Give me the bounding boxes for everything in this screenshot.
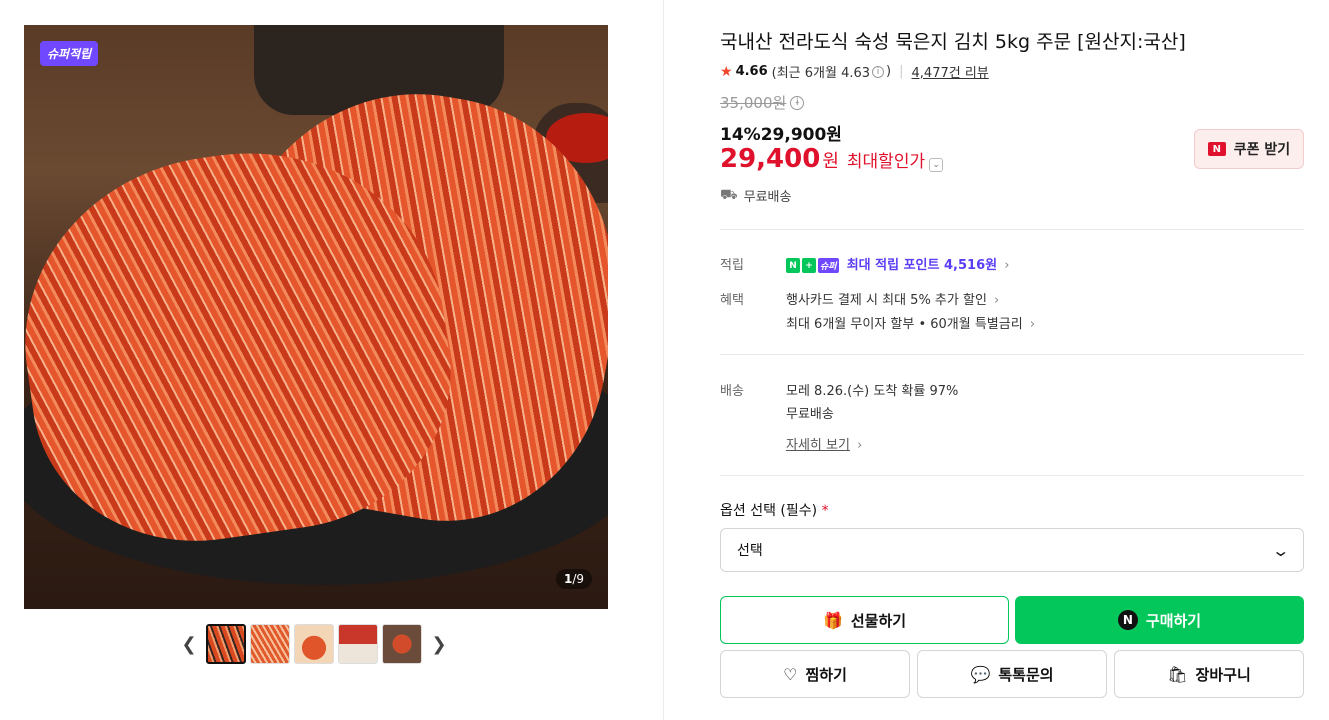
original-price: 35,000원 [720, 94, 787, 112]
truck-icon: ⛟ [720, 186, 738, 203]
option-label: 옵션 선택 (필수) * [720, 500, 829, 520]
points-label: 적립 [720, 258, 744, 273]
divider [720, 475, 1304, 476]
thumbnail-2[interactable] [250, 624, 290, 664]
coupon-button[interactable]: N 쿠폰 받기 [1194, 129, 1304, 169]
divider [720, 354, 1304, 355]
talk-inquiry-button-label: 톡톡문의 [998, 665, 1054, 684]
chevron-down-icon[interactable]: ⌄ [929, 158, 944, 172]
max-points-text: 최대 적립 포인트 4,516원 [846, 258, 998, 273]
chevron-right-icon: › [1029, 317, 1036, 332]
image-counter-total: /9 [572, 572, 585, 586]
chevron-down-icon: ⌄ [1270, 540, 1290, 560]
option-select-value: 선택 [737, 543, 763, 559]
product-gallery: 슈퍼적립 1/9 ❮ ❯ [0, 0, 664, 720]
image-counter: 1/9 [556, 569, 593, 589]
free-shipping-text: 무료배송 [743, 190, 792, 205]
sale-price-row: 14%29,900원 [720, 120, 842, 145]
super-badge: 슈퍼 [818, 258, 839, 273]
cart-button[interactable]: 🛍 장바구니 [1114, 650, 1304, 698]
buy-button-label: 구매하기 [1145, 611, 1202, 630]
chat-bubble-icon: 💬 [970, 664, 991, 684]
wishlist-button-label: 찜하기 [805, 665, 847, 684]
benefit-card-discount[interactable]: 행사카드 결제 시 최대 5% 추가 할인 › [786, 289, 999, 308]
naver-coupon-icon: N [1207, 142, 1226, 156]
naver-n-badge: N [786, 258, 800, 273]
talk-inquiry-button[interactable]: 💬 톡톡문의 [917, 650, 1107, 698]
sale-price: 29,900원 [760, 125, 842, 145]
free-shipping-row: ⛟ 무료배송 [720, 186, 792, 206]
info-icon[interactable]: i [872, 65, 885, 78]
cart-button-label: 장바구니 [1195, 665, 1251, 684]
delivery-detail-link[interactable]: 자세히 보기 › [786, 434, 862, 453]
chevron-right-icon: › [1004, 258, 1010, 273]
star-icon: ★ [720, 63, 733, 80]
discount-rate: 14% [720, 125, 761, 145]
option-label-text: 옵션 선택 (필수) [720, 503, 818, 519]
buy-button[interactable]: N 구매하기 [1015, 596, 1304, 644]
thumbnail-5[interactable] [382, 624, 422, 664]
benefit-installment-text: 최대 6개월 무이자 할부 • 60개월 특별금리 [786, 317, 1023, 332]
coupon-button-label: 쿠폰 받기 [1233, 142, 1291, 158]
shopping-bag-icon: 🛍 [1167, 664, 1188, 684]
divider [720, 229, 1304, 230]
chevron-left-icon[interactable]: ❮ [176, 624, 202, 664]
thumbnail-strip: ❮ ❯ [176, 624, 452, 664]
original-price-row: 35,000원 i [720, 92, 806, 113]
rating-score: 4.66 [735, 64, 768, 79]
gift-icon: 🎁 [822, 610, 843, 630]
thumbnail-1[interactable] [206, 624, 246, 664]
points-row[interactable]: N + 슈퍼 최대 적립 포인트 4,516원 › [786, 254, 1009, 273]
max-discount-row: 29,400 원 최대할인가 ⌄ [720, 144, 944, 174]
delivery-arrival: 모레 8.26.(수) 도착 확률 97% [786, 384, 959, 399]
max-discount-price: 29,400 [720, 144, 821, 174]
delivery-detail-text: 자세히 보기 [786, 438, 850, 453]
benefit-installment[interactable]: 최대 6개월 무이자 할부 • 60개월 특별금리 › [786, 313, 1035, 332]
product-title: 국내산 전라도식 숙성 묵은지 김치 5kg 주문 [원산지:국산] [720, 31, 1186, 53]
naver-pay-icon: N [1117, 610, 1138, 630]
rating-recent: (최근 6개월 4.63 [771, 66, 871, 81]
gift-button[interactable]: 🎁 선물하기 [720, 596, 1009, 644]
option-select[interactable]: 선택 ⌄ [720, 528, 1304, 572]
chevron-right-icon: › [857, 438, 863, 453]
wishlist-button[interactable]: ♡ 찜하기 [720, 650, 910, 698]
chevron-right-icon: › [994, 293, 1000, 308]
benefit-label: 혜택 [720, 293, 744, 308]
points-badges: N + 슈퍼 [786, 258, 839, 273]
thumbnail-4[interactable] [338, 624, 378, 664]
delivery-fee: 무료배송 [786, 407, 834, 422]
required-mark: * [821, 503, 829, 519]
review-count-link[interactable]: 4,477건 리뷰 [912, 62, 989, 81]
chevron-right-icon[interactable]: ❯ [426, 624, 452, 664]
rating-row: ★ 4.66 (최근 6개월 4.63 i ) | 4,477건 리뷰 [720, 62, 989, 82]
plus-badge: + [802, 258, 816, 273]
delivery-label: 배송 [720, 384, 744, 399]
super-points-badge: 슈퍼적립 [40, 41, 99, 66]
gift-button-label: 선물하기 [850, 611, 907, 630]
rating-recent-close: ) [886, 64, 892, 79]
product-main-image[interactable] [24, 25, 608, 609]
max-discount-label[interactable]: 최대할인가 [847, 147, 925, 172]
divider: | [899, 64, 904, 79]
benefit-card-discount-text: 행사카드 결제 시 최대 5% 추가 할인 [786, 293, 987, 308]
info-icon[interactable]: i [790, 95, 805, 110]
thumbnail-3[interactable] [294, 624, 334, 664]
max-discount-unit: 원 [822, 151, 839, 172]
heart-icon: ♡ [783, 664, 798, 684]
